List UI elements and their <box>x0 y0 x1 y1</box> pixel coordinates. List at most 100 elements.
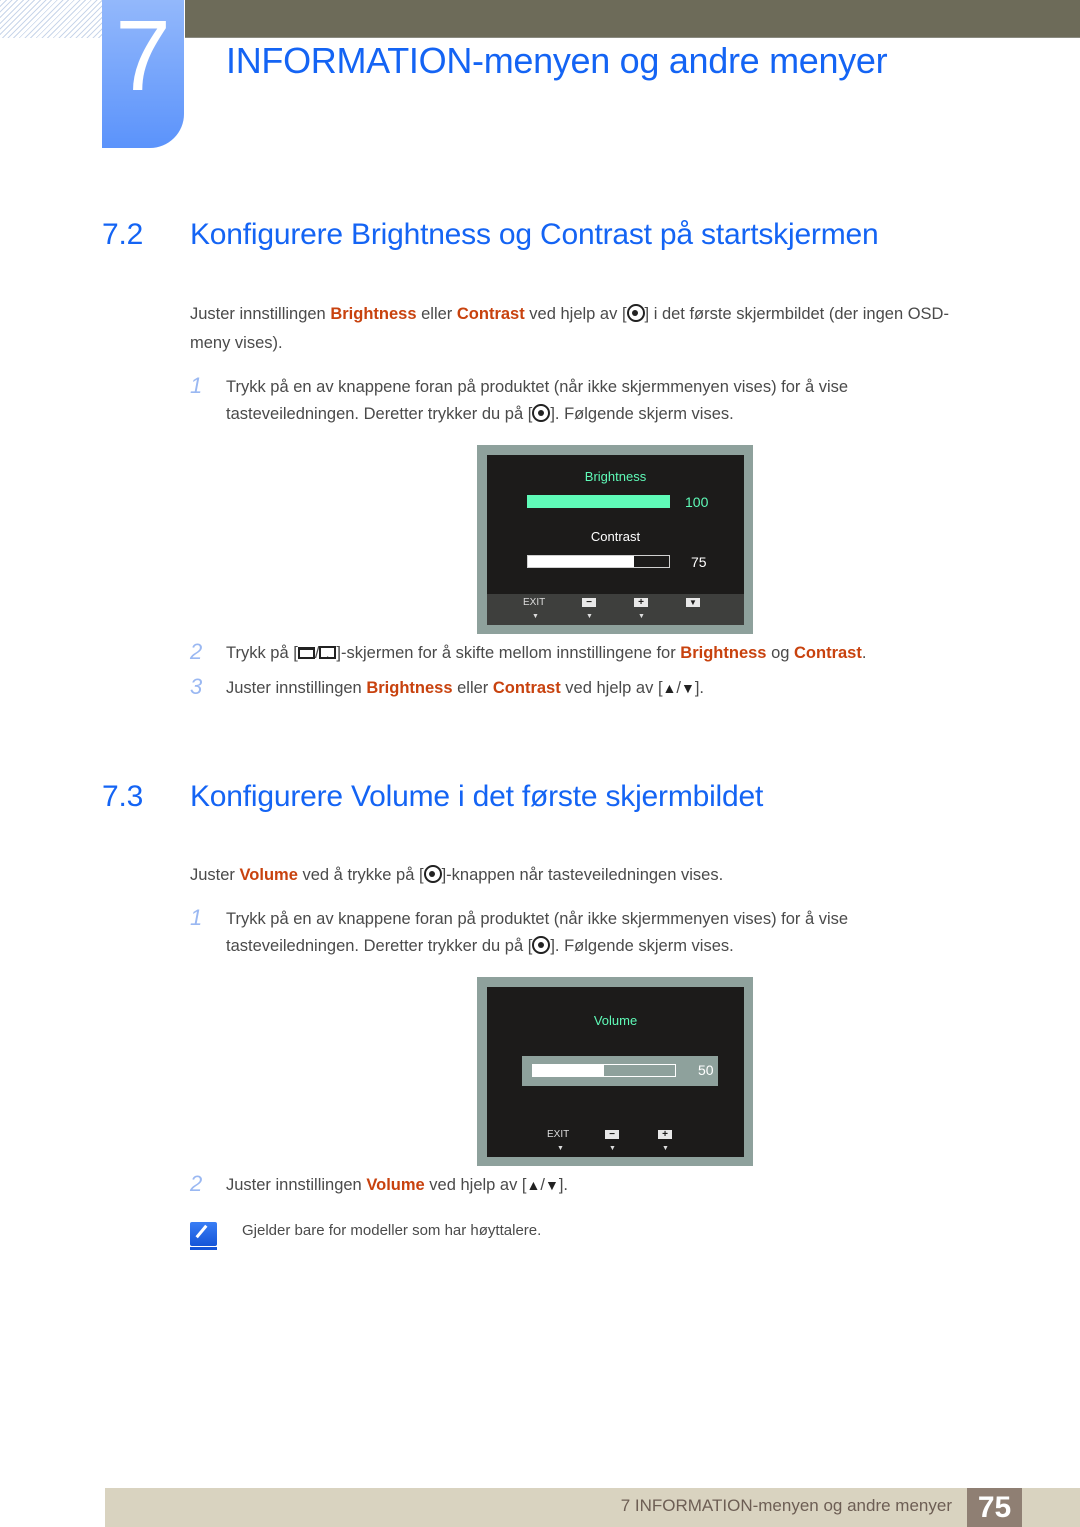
highlight-brightness: Brightness <box>330 305 417 323</box>
text: Trykk på [ <box>226 644 298 662</box>
step-2: 2 Trykk på [/]-skjermen for å skifte mel… <box>190 639 990 670</box>
footer-chapter-title: 7 INFORMATION-menyen og andre menyer <box>620 1496 952 1515</box>
chapter-number: 7 <box>115 0 171 112</box>
chapter-title: INFORMATION-menyen og andre menyer <box>226 40 888 81</box>
chapter-tab: 7 <box>102 0 184 148</box>
osd-brightness-value: 100 <box>685 494 709 510</box>
text: ved hjelp av [ <box>560 679 663 697</box>
text: ]-skjermen for å skifte mellom innstilli… <box>336 644 681 662</box>
text: Trykk på en av knappene foran på produkt… <box>226 378 849 396</box>
step-3: 3 Juster innstillingen Brightness eller … <box>190 674 990 702</box>
highlight-contrast: Contrast <box>492 679 561 697</box>
section-number: 7.2 <box>102 218 144 251</box>
osd-contrast-fill <box>528 556 634 567</box>
header-bar <box>185 0 1080 38</box>
highlight-contrast: Contrast <box>456 305 525 323</box>
section-title: Konfigurere Volume i det første skjermbi… <box>190 780 764 813</box>
osd-contrast-value: 75 <box>691 554 707 570</box>
highlight-volume: Volume <box>239 866 298 884</box>
text: Juster innstillingen <box>190 305 331 323</box>
section-number: 7.3 <box>102 780 144 813</box>
section-7-2-heading: 7.2 Konfigurere Brightness og Contrast på… <box>102 218 879 252</box>
osd-brightness-contrast-screenshot: Brightness 100 Contrast 75 EXIT − + ▼ ▼ … <box>477 445 753 634</box>
arrow-down-icon: ▼ <box>609 1145 616 1152</box>
osd-exit-button: EXIT <box>547 1129 570 1140</box>
osd-plus-button: + <box>658 1129 672 1140</box>
text: ]. Følgende skjerm vises. <box>550 405 734 423</box>
up-arrow-icon: ▲ <box>662 680 677 696</box>
osd-volume-label: Volume <box>593 1013 638 1028</box>
section-title: Konfigurere Brightness og Contrast på st… <box>190 218 879 251</box>
osd-volume-highlight: 50 <box>522 1056 718 1086</box>
osd-plus-button: + <box>634 597 648 608</box>
step-number: 2 <box>190 639 203 664</box>
text: ] i det første skjermbildet (der ingen O… <box>644 305 949 323</box>
step-2: 2 Juster innstillingen Volume ved hjelp … <box>190 1171 950 1199</box>
header-hatch-decoration <box>0 0 102 38</box>
osd-contrast-bar <box>527 555 670 568</box>
text: ]-knappen når tasteveiledningen vises. <box>441 866 724 884</box>
section-7-2-intro: Juster innstillingen Brightness eller Co… <box>190 300 1010 358</box>
highlight-contrast: Contrast <box>794 644 862 662</box>
osd-contrast-label: Contrast <box>590 529 641 544</box>
jog-button-icon <box>423 865 442 883</box>
text: meny vises). <box>190 334 283 352</box>
up-arrow-icon: ▲ <box>526 1177 541 1193</box>
osd-minus-button: − <box>582 597 596 608</box>
osd-footer: EXIT − + ▼ ▼ ▼ <box>487 1126 744 1157</box>
text: ved hjelp av [ <box>424 1176 527 1194</box>
arrow-down-icon: ▼ <box>662 1145 669 1152</box>
note-icon <box>190 1222 217 1250</box>
text: . <box>861 644 867 662</box>
page-footer: 7 INFORMATION-menyen og andre menyer 75 <box>105 1488 1080 1527</box>
down-arrow-icon: ▼ <box>544 1177 559 1193</box>
step-number: 1 <box>190 905 203 930</box>
osd-volume-value: 50 <box>698 1062 714 1078</box>
text: eller <box>452 679 493 697</box>
text: Juster innstillingen <box>226 1176 367 1194</box>
plus-icon: + <box>658 1130 672 1140</box>
step-number: 1 <box>190 373 203 398</box>
osd-brightness-fill <box>528 496 669 507</box>
arrow-down-icon: ▼ <box>586 613 593 620</box>
highlight-brightness: Brightness <box>366 679 453 697</box>
osd-volume-screenshot: Volume 50 EXIT − + ▼ ▼ ▼ <box>477 977 753 1166</box>
down-arrow-icon: ▼ <box>680 680 695 696</box>
page-number: 75 <box>967 1488 1022 1527</box>
minus-icon: − <box>582 598 596 608</box>
osd-screen: Volume 50 EXIT − + ▼ ▼ ▼ <box>487 987 744 1157</box>
text: Trykk på en av knappene foran på produkt… <box>226 910 849 928</box>
osd-brightness-label: Brightness <box>584 469 647 484</box>
step-1: 1 Trykk på en av knappene foran på produ… <box>190 373 950 428</box>
text: Juster innstillingen <box>226 679 367 697</box>
jog-button-icon <box>626 304 645 322</box>
osd-down-button: ▼ <box>686 597 700 608</box>
source-icon <box>297 647 315 659</box>
highlight-volume: Volume <box>366 1176 425 1194</box>
text: ]. Følgende skjerm vises. <box>550 937 734 955</box>
step-number: 3 <box>190 674 203 699</box>
text: Juster <box>190 866 240 884</box>
step-1: 1 Trykk på en av knappene foran på produ… <box>190 905 950 960</box>
text: tasteveiledningen. Deretter trykker du p… <box>226 937 533 955</box>
step-number: 2 <box>190 1171 203 1196</box>
text: ved å trykke på [ <box>297 866 424 884</box>
osd-brightness-bar <box>527 495 670 508</box>
text: eller <box>416 305 457 323</box>
arrow-down-icon: ▼ <box>638 613 645 620</box>
osd-volume-fill <box>533 1065 604 1076</box>
arrow-down-icon: ▼ <box>557 1145 564 1152</box>
text: ]. <box>558 1176 568 1194</box>
text: ]. <box>694 679 705 697</box>
arrow-down-icon: ▼ <box>532 613 539 620</box>
osd-footer: EXIT − + ▼ ▼ ▼ ▼ <box>487 594 744 625</box>
osd-volume-bar <box>532 1064 676 1077</box>
note-text: Gjelder bare for modeller som har høytta… <box>242 1222 542 1239</box>
plus-icon: + <box>634 598 648 608</box>
highlight-brightness: Brightness <box>680 644 767 662</box>
jog-button-icon <box>532 936 551 954</box>
text: ved hjelp av [ <box>524 305 627 323</box>
section-7-3-intro: Juster Volume ved å trykke på [ ]-knappen… <box>190 861 1010 890</box>
osd-exit-button: EXIT <box>523 597 546 608</box>
enter-icon <box>319 643 337 670</box>
